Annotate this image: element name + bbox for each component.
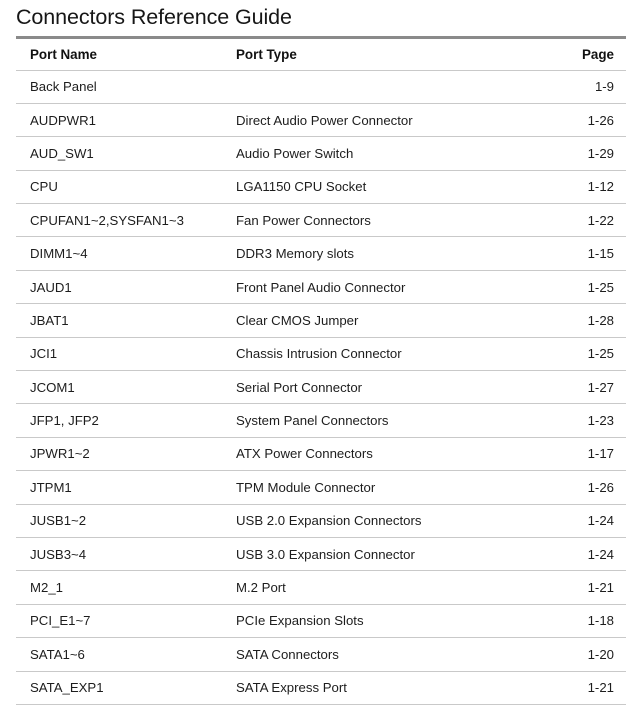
cell-port-name: JFP1, JFP2 [16,403,234,438]
table-row: JPWR1~2 ATX Power Connectors 1-17 [16,437,626,472]
cell-port-type: TPM Module Connector [234,470,549,505]
cell-port-type: Front Panel Audio Connector [234,270,549,305]
cell-page: 1-24 [549,537,626,572]
table-body: Back Panel 1-9 AUDPWR1 Direct Audio Power C… [16,70,626,705]
cell-port-type: USB 2.0 Expansion Connectors [234,504,549,538]
table-row: M2_1 M.2 Port 1-21 [16,570,626,605]
cell-port-name: JAUD1 [16,270,234,305]
cell-port-name: JCOM1 [16,370,234,405]
cell-port-name: JUSB1~2 [16,504,234,538]
table-row: CPU LGA1150 CPU Socket 1-12 [16,170,626,205]
column-header-port-type: Port Type [234,38,549,71]
cell-port-type: PCIe Expansion Slots [234,604,549,639]
table-row: JAUD1 Front Panel Audio Connector 1-25 [16,270,626,305]
cell-port-type: Audio Power Switch [234,136,549,171]
table-header: Port Name Port Type Page [16,38,626,71]
cell-port-name: PCI_E1~7 [16,604,234,639]
cell-port-type: Clear CMOS Jumper [234,303,549,338]
table-row: DIMM1~4 DDR3 Memory slots 1-15 [16,236,626,271]
cell-page: 1-22 [549,203,626,238]
cell-port-type: M.2 Port [234,570,549,605]
cell-port-type: USB 3.0 Expansion Connector [234,537,549,572]
table-row: CPUFAN1~2,SYSFAN1~3 Fan Power Connectors 1… [16,203,626,238]
cell-port-name: JCI1 [16,337,234,372]
cell-port-name: CPU [16,170,234,205]
connectors-reference-table: Port Name Port Type Page Back Panel 1-9 AU… [16,38,626,705]
cell-page: 1-15 [549,236,626,271]
column-header-port-name: Port Name [16,38,234,71]
cell-page: 1-28 [549,303,626,338]
cell-page: 1-23 [549,403,626,438]
table-row: Back Panel 1-9 [16,70,626,104]
cell-port-type: SATA Express Port [234,671,549,705]
cell-page: 1-25 [549,270,626,305]
cell-port-name: M2_1 [16,570,234,605]
cell-port-name: SATA1~6 [16,637,234,672]
cell-port-type: DDR3 Memory slots [234,236,549,271]
page-title: Connectors Reference Guide [16,5,292,29]
cell-port-type: Serial Port Connector [234,370,549,405]
cell-page: 1-21 [549,671,626,705]
table-row: JUSB1~2 USB 2.0 Expansion Connectors 1-24 [16,504,626,538]
table-row: JCOM1 Serial Port Connector 1-27 [16,370,626,405]
cell-port-type: LGA1150 CPU Socket [234,170,549,205]
table-row: SATA_EXP1 SATA Express Port 1-21 [16,671,626,705]
cell-page: 1-21 [549,570,626,605]
table-row: JCI1 Chassis Intrusion Connector 1-25 [16,337,626,372]
cell-port-name: JBAT1 [16,303,234,338]
cell-port-name: CPUFAN1~2,SYSFAN1~3 [16,203,234,238]
table-row: JTPM1 TPM Module Connector 1-26 [16,470,626,505]
reference-guide-page: Connectors Reference Guide Port Name Por… [0,0,640,705]
cell-page: 1-27 [549,370,626,405]
table-header-row: Port Name Port Type Page [16,38,626,71]
cell-port-name: Back Panel [16,70,234,104]
cell-port-name: JUSB3~4 [16,537,234,572]
table-row: AUD_SW1 Audio Power Switch 1-29 [16,136,626,171]
table-row: AUDPWR1 Direct Audio Power Connector 1-26 [16,103,626,138]
cell-port-name: AUDPWR1 [16,103,234,138]
cell-port-name: AUD_SW1 [16,136,234,171]
column-header-page: Page [549,38,626,71]
cell-port-type: ATX Power Connectors [234,437,549,472]
cell-port-type: Fan Power Connectors [234,203,549,238]
cell-port-name: DIMM1~4 [16,236,234,271]
cell-page: 1-18 [549,604,626,639]
cell-page: 1-29 [549,136,626,171]
cell-port-type: Direct Audio Power Connector [234,103,549,138]
cell-page: 1-9 [549,70,626,104]
cell-page: 1-12 [549,170,626,205]
table-row: JFP1, JFP2 System Panel Connectors 1-23 [16,403,626,438]
cell-page: 1-20 [549,637,626,672]
cell-page: 1-26 [549,103,626,138]
table-row: JUSB3~4 USB 3.0 Expansion Connector 1-24 [16,537,626,572]
table-row: SATA1~6 SATA Connectors 1-20 [16,637,626,672]
cell-port-type [234,70,549,104]
cell-port-type: SATA Connectors [234,637,549,672]
table-row: PCI_E1~7 PCIe Expansion Slots 1-18 [16,604,626,639]
cell-port-name: JTPM1 [16,470,234,505]
cell-port-type: System Panel Connectors [234,403,549,438]
cell-page: 1-25 [549,337,626,372]
cell-page: 1-26 [549,470,626,505]
table-row: JBAT1 Clear CMOS Jumper 1-28 [16,303,626,338]
cell-page: 1-24 [549,504,626,538]
cell-page: 1-17 [549,437,626,472]
cell-port-name: SATA_EXP1 [16,671,234,705]
cell-port-name: JPWR1~2 [16,437,234,472]
cell-port-type: Chassis Intrusion Connector [234,337,549,372]
